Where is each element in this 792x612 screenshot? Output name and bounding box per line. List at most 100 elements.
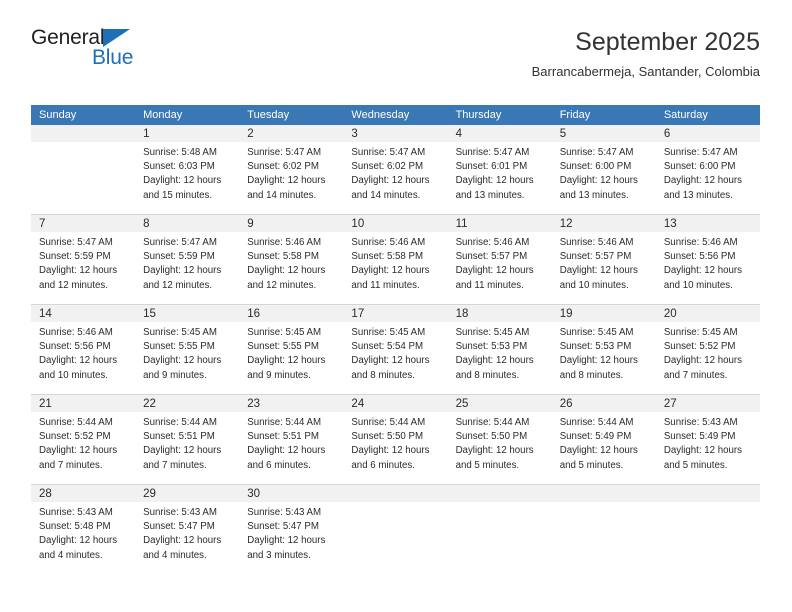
calendar-cell: 18 Sunrise: 5:45 AM Sunset: 5:53 PM Dayligh… bbox=[447, 304, 552, 395]
calendar-day[interactable]: 24 Sunrise: 5:44 AM Sunset: 5:50 PM Dayligh… bbox=[343, 395, 448, 484]
calendar-day[interactable]: 21 Sunrise: 5:44 AM Sunset: 5:52 PM Dayligh… bbox=[31, 395, 136, 484]
day-number: 9 bbox=[239, 215, 344, 232]
sunrise-text: Sunrise: 5:45 AM bbox=[455, 327, 530, 338]
calendar-day[interactable]: 18 Sunrise: 5:45 AM Sunset: 5:53 PM Dayligh… bbox=[447, 305, 552, 394]
sunset-text: Sunset: 5:50 PM bbox=[351, 431, 424, 443]
calendar-day[interactable]: 4 Sunrise: 5:47 AM Sunset: 6:01 PM Daylight… bbox=[447, 125, 552, 214]
day-details: Sunrise: 5:47 AM Sunset: 6:00 PM Daylight:… bbox=[552, 142, 656, 203]
sunset-text: Sunset: 5:58 PM bbox=[351, 251, 424, 263]
calendar-day[interactable]: 2 Sunrise: 5:47 AM Sunset: 6:02 PM Daylight… bbox=[239, 125, 344, 214]
calendar-cell: 7 Sunrise: 5:47 AM Sunset: 5:59 PM Daylight… bbox=[31, 214, 136, 305]
calendar-cell: 11 Sunrise: 5:46 AM Sunset: 5:57 PM Dayligh… bbox=[447, 214, 552, 305]
sunset-text: Sunset: 5:58 PM bbox=[247, 251, 319, 263]
daylight-text-line1: Daylight: 12 hours bbox=[143, 265, 222, 277]
calendar-week-row: 21 Sunrise: 5:44 AM Sunset: 5:52 PM Dayligh… bbox=[31, 394, 760, 485]
calendar-day[interactable]: 6 Sunrise: 5:47 AM Sunset: 6:00 PM Daylight… bbox=[655, 125, 760, 214]
calendar-day[interactable]: 19 Sunrise: 5:45 AM Sunset: 5:53 PM Dayligh… bbox=[551, 305, 656, 394]
daylight-text-line2: and 4 minutes. bbox=[143, 549, 207, 561]
day-details: Sunrise: 5:47 AM Sunset: 5:59 PM Daylight:… bbox=[135, 232, 239, 293]
daylight-text-line1: Daylight: 12 hours bbox=[247, 355, 326, 367]
sunrise-text: Sunrise: 5:47 AM bbox=[663, 147, 738, 158]
calendar-day[interactable]: 26 Sunrise: 5:44 AM Sunset: 5:49 PM Dayligh… bbox=[551, 395, 656, 484]
daylight-text-line2: and 8 minutes. bbox=[559, 369, 624, 381]
day-details: Sunrise: 5:43 AM Sunset: 5:48 PM Daylight:… bbox=[31, 502, 135, 563]
calendar-grid: Sunday Monday Tuesday Wednesday Thursday… bbox=[31, 105, 760, 574]
calendar-day[interactable]: 23 Sunrise: 5:44 AM Sunset: 5:51 PM Dayligh… bbox=[239, 395, 344, 484]
sunset-text: Sunset: 6:01 PM bbox=[455, 161, 528, 173]
daylight-text-line1: Daylight: 12 hours bbox=[39, 535, 118, 547]
calendar-day[interactable]: 25 Sunrise: 5:44 AM Sunset: 5:50 PM Dayligh… bbox=[447, 395, 552, 484]
calendar-day[interactable]: 13 Sunrise: 5:46 AM Sunset: 5:56 PM Dayligh… bbox=[655, 215, 760, 304]
calendar-cell: 3 Sunrise: 5:47 AM Sunset: 6:02 PM Daylight… bbox=[343, 125, 448, 215]
day-details: Sunrise: 5:43 AM Sunset: 5:47 PM Daylight:… bbox=[239, 502, 343, 563]
sunrise-text: Sunrise: 5:46 AM bbox=[663, 237, 738, 248]
sunset-text: Sunset: 6:00 PM bbox=[663, 161, 736, 173]
daylight-text-line2: and 4 minutes. bbox=[39, 549, 103, 561]
daylight-text-line1: Daylight: 12 hours bbox=[247, 265, 326, 277]
calendar-day[interactable]: 12 Sunrise: 5:46 AM Sunset: 5:57 PM Dayligh… bbox=[551, 215, 656, 304]
daylight-text-line2: and 5 minutes. bbox=[559, 459, 624, 471]
calendar-day[interactable]: 30 Sunrise: 5:43 AM Sunset: 5:47 PM Dayligh… bbox=[239, 485, 344, 574]
calendar-day[interactable]: 10 Sunrise: 5:46 AM Sunset: 5:58 PM Dayligh… bbox=[343, 215, 448, 304]
calendar-cell: 4 Sunrise: 5:47 AM Sunset: 6:01 PM Daylight… bbox=[447, 125, 552, 215]
calendar-day[interactable]: 28 Sunrise: 5:43 AM Sunset: 5:48 PM Dayligh… bbox=[31, 485, 136, 574]
daylight-text-line2: and 13 minutes. bbox=[559, 189, 629, 201]
calendar-cell: 16 Sunrise: 5:45 AM Sunset: 5:55 PM Dayligh… bbox=[239, 304, 344, 395]
day-number: 11 bbox=[447, 215, 552, 232]
calendar-day[interactable]: 17 Sunrise: 5:45 AM Sunset: 5:54 PM Dayligh… bbox=[343, 305, 448, 394]
daylight-text-line1: Daylight: 12 hours bbox=[559, 175, 638, 187]
calendar-day[interactable]: 16 Sunrise: 5:45 AM Sunset: 5:55 PM Dayligh… bbox=[239, 305, 344, 394]
day-details: Sunrise: 5:43 AM Sunset: 5:49 PM Daylight:… bbox=[656, 412, 760, 473]
calendar-day[interactable]: 11 Sunrise: 5:46 AM Sunset: 5:57 PM Dayligh… bbox=[447, 215, 552, 304]
sunset-text: Sunset: 5:56 PM bbox=[39, 341, 111, 353]
daylight-text-line1: Daylight: 12 hours bbox=[247, 175, 326, 187]
calendar-day[interactable]: 5 Sunrise: 5:47 AM Sunset: 6:00 PM Daylight… bbox=[551, 125, 656, 214]
day-details: Sunrise: 5:45 AM Sunset: 5:55 PM Daylight:… bbox=[135, 322, 239, 383]
sunset-text: Sunset: 5:48 PM bbox=[39, 521, 111, 533]
day-number: 23 bbox=[239, 395, 344, 412]
daylight-text-line1: Daylight: 12 hours bbox=[455, 445, 534, 457]
brand-logo[interactable]: General Blue bbox=[31, 26, 281, 88]
day-number: 15 bbox=[135, 305, 240, 322]
calendar-day[interactable]: 8 Sunrise: 5:47 AM Sunset: 5:59 PM Daylight… bbox=[135, 215, 240, 304]
daylight-text-line2: and 5 minutes. bbox=[455, 459, 520, 471]
calendar-cell: 15 Sunrise: 5:45 AM Sunset: 5:55 PM Dayligh… bbox=[135, 304, 240, 395]
calendar-cell: 2 Sunrise: 5:47 AM Sunset: 6:02 PM Daylight… bbox=[239, 125, 344, 215]
calendar-day[interactable]: 29 Sunrise: 5:43 AM Sunset: 5:47 PM Dayligh… bbox=[135, 485, 240, 574]
daylight-text-line2: and 13 minutes. bbox=[663, 189, 733, 201]
calendar-day[interactable]: 1 Sunrise: 5:48 AM Sunset: 6:03 PM Daylight… bbox=[135, 125, 240, 214]
calendar-cell: 13 Sunrise: 5:46 AM Sunset: 5:56 PM Dayligh… bbox=[655, 214, 760, 305]
calendar-day[interactable]: 27 Sunrise: 5:43 AM Sunset: 5:49 PM Dayligh… bbox=[655, 395, 760, 484]
day-number: 14 bbox=[31, 305, 136, 322]
sunrise-text: Sunrise: 5:46 AM bbox=[455, 237, 530, 248]
sunrise-text: Sunrise: 5:46 AM bbox=[247, 237, 322, 248]
title-block: September 2025 Barrancabermeja, Santande… bbox=[532, 26, 760, 82]
calendar-day[interactable]: 15 Sunrise: 5:45 AM Sunset: 5:55 PM Dayligh… bbox=[135, 305, 240, 394]
calendar-body: 1 Sunrise: 5:48 AM Sunset: 6:03 PM Daylight… bbox=[31, 125, 760, 574]
calendar-day[interactable]: 14 Sunrise: 5:46 AM Sunset: 5:56 PM Dayligh… bbox=[31, 305, 136, 394]
day-number: 2 bbox=[239, 125, 344, 142]
calendar-day[interactable]: 22 Sunrise: 5:44 AM Sunset: 5:51 PM Dayligh… bbox=[135, 395, 240, 484]
calendar-cell: 27 Sunrise: 5:43 AM Sunset: 5:49 PM Dayligh… bbox=[655, 394, 760, 485]
calendar-day[interactable]: 7 Sunrise: 5:47 AM Sunset: 5:59 PM Daylight… bbox=[31, 215, 136, 304]
day-details: Sunrise: 5:45 AM Sunset: 5:52 PM Daylight:… bbox=[656, 322, 760, 383]
calendar-day[interactable]: 3 Sunrise: 5:47 AM Sunset: 6:02 PM Daylight… bbox=[343, 125, 448, 214]
weekday-header-friday: Friday bbox=[551, 105, 656, 125]
daylight-text-line1: Daylight: 12 hours bbox=[143, 355, 222, 367]
day-number bbox=[31, 125, 136, 142]
daylight-text-line2: and 12 minutes. bbox=[247, 279, 317, 291]
daylight-text-line1: Daylight: 12 hours bbox=[663, 175, 742, 187]
daylight-text-line2: and 14 minutes. bbox=[247, 189, 317, 201]
sunrise-text: Sunrise: 5:44 AM bbox=[559, 417, 634, 428]
day-details: Sunrise: 5:47 AM Sunset: 5:59 PM Daylight:… bbox=[31, 232, 135, 293]
day-details: Sunrise: 5:44 AM Sunset: 5:51 PM Daylight:… bbox=[239, 412, 343, 473]
calendar-week-row: 7 Sunrise: 5:47 AM Sunset: 5:59 PM Daylight… bbox=[31, 214, 760, 305]
calendar-cell: 20 Sunrise: 5:45 AM Sunset: 5:52 PM Dayligh… bbox=[655, 304, 760, 395]
daylight-text-line1: Daylight: 12 hours bbox=[559, 265, 638, 277]
weekday-header-row: Sunday Monday Tuesday Wednesday Thursday… bbox=[31, 105, 760, 125]
calendar-cell: 10 Sunrise: 5:46 AM Sunset: 5:58 PM Dayligh… bbox=[343, 214, 448, 305]
sunset-text: Sunset: 5:57 PM bbox=[559, 251, 632, 263]
calendar-day[interactable]: 9 Sunrise: 5:46 AM Sunset: 5:58 PM Daylight… bbox=[239, 215, 344, 304]
daylight-text-line2: and 9 minutes. bbox=[247, 369, 311, 381]
calendar-day[interactable]: 20 Sunrise: 5:45 AM Sunset: 5:52 PM Dayligh… bbox=[655, 305, 760, 394]
